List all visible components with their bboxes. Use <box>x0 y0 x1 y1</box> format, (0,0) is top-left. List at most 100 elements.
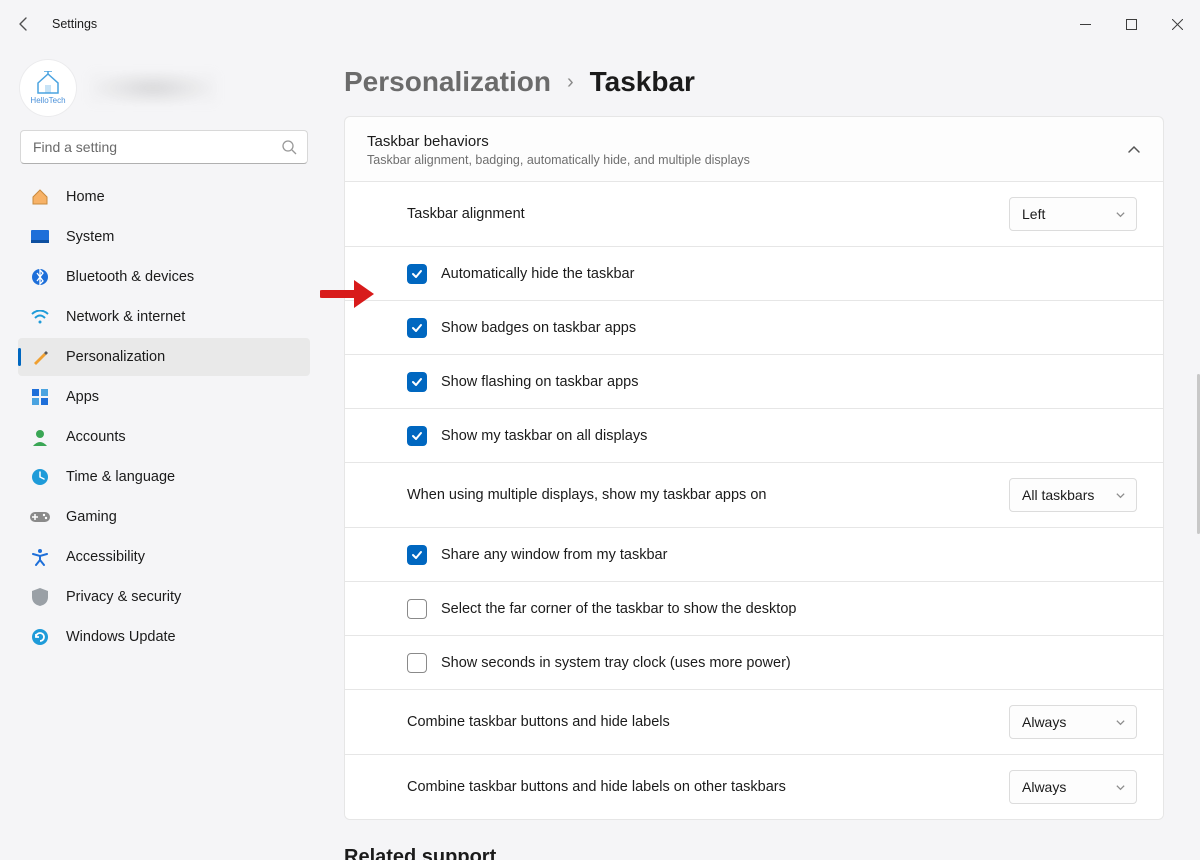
row-all-displays: Show my taskbar on all displays <box>345 408 1163 462</box>
breadcrumb-current: Taskbar <box>590 66 695 98</box>
gaming-icon <box>30 507 50 527</box>
setting-label: When using multiple displays, show my ta… <box>407 487 766 503</box>
system-icon <box>30 227 50 247</box>
home-icon <box>30 187 50 207</box>
setting-label: Show badges on taskbar apps <box>441 320 636 336</box>
chevron-down-icon <box>1115 717 1126 728</box>
nav-list: Home System Bluetooth & devices Network … <box>18 178 310 656</box>
sidebar-item-privacy[interactable]: Privacy & security <box>18 578 310 616</box>
taskbar-behaviors-card: Taskbar behaviors Taskbar alignment, bad… <box>344 116 1164 820</box>
window-controls <box>1062 0 1200 48</box>
sidebar-item-label: Time & language <box>66 469 175 485</box>
sidebar-item-label: Apps <box>66 389 99 405</box>
checkbox-badges[interactable] <box>407 318 427 338</box>
sidebar-item-label: Accounts <box>66 429 126 445</box>
sidebar-item-label: Privacy & security <box>66 589 181 605</box>
sidebar-item-network[interactable]: Network & internet <box>18 298 310 336</box>
personalization-icon <box>30 347 50 367</box>
breadcrumb: Personalization › Taskbar <box>344 66 1184 98</box>
bluetooth-icon <box>30 267 50 287</box>
dropdown-value: Always <box>1022 714 1066 730</box>
breadcrumb-parent[interactable]: Personalization <box>344 66 551 98</box>
row-taskbar-alignment: Taskbar alignment Left <box>345 181 1163 246</box>
checkbox-show-seconds[interactable] <box>407 653 427 673</box>
checkbox-far-corner[interactable] <box>407 599 427 619</box>
sidebar-item-label: Accessibility <box>66 549 145 565</box>
time-icon <box>30 467 50 487</box>
setting-label: Show seconds in system tray clock (uses … <box>441 655 791 671</box>
checkbox-flashing[interactable] <box>407 372 427 392</box>
row-share-window: Share any window from my taskbar <box>345 527 1163 581</box>
sidebar-item-accounts[interactable]: Accounts <box>18 418 310 456</box>
sidebar-item-system[interactable]: System <box>18 218 310 256</box>
dropdown-value: Always <box>1022 779 1066 795</box>
sidebar-item-label: Network & internet <box>66 309 185 325</box>
row-flashing: Show flashing on taskbar apps <box>345 354 1163 408</box>
setting-label: Show flashing on taskbar apps <box>441 374 639 390</box>
row-badges: Show badges on taskbar apps <box>345 300 1163 354</box>
minimize-button[interactable] <box>1062 0 1108 48</box>
combine-other-dropdown[interactable]: Always <box>1009 770 1137 804</box>
sidebar-item-bluetooth[interactable]: Bluetooth & devices <box>18 258 310 296</box>
content-area: Personalization › Taskbar Taskbar behavi… <box>320 48 1200 860</box>
sidebar: HelloTech Home System Bluetooth & device… <box>0 48 320 860</box>
multi-displays-dropdown[interactable]: All taskbars <box>1009 478 1137 512</box>
sidebar-item-label: Home <box>66 189 105 205</box>
sidebar-item-label: Gaming <box>66 509 117 525</box>
sidebar-item-gaming[interactable]: Gaming <box>18 498 310 536</box>
related-support-heading: Related support <box>344 846 1184 860</box>
row-show-seconds: Show seconds in system tray clock (uses … <box>345 635 1163 689</box>
combine-dropdown[interactable]: Always <box>1009 705 1137 739</box>
dropdown-value: All taskbars <box>1022 487 1094 503</box>
close-button[interactable] <box>1154 0 1200 48</box>
card-title: Taskbar behaviors <box>367 133 750 150</box>
row-combine: Combine taskbar buttons and hide labels … <box>345 689 1163 754</box>
title-bar: Settings <box>0 0 1200 48</box>
row-auto-hide: Automatically hide the taskbar <box>345 246 1163 300</box>
card-header[interactable]: Taskbar behaviors Taskbar alignment, bad… <box>345 117 1163 181</box>
checkbox-auto-hide[interactable] <box>407 264 427 284</box>
chevron-down-icon <box>1115 490 1126 501</box>
search-box[interactable] <box>20 130 308 164</box>
sidebar-item-update[interactable]: Windows Update <box>18 618 310 656</box>
checkbox-share-window[interactable] <box>407 545 427 565</box>
setting-label: Taskbar alignment <box>407 206 525 222</box>
account-row[interactable]: HelloTech <box>20 60 310 116</box>
chevron-right-icon: › <box>567 71 574 94</box>
sidebar-item-home[interactable]: Home <box>18 178 310 216</box>
sidebar-item-accessibility[interactable]: Accessibility <box>18 538 310 576</box>
setting-label: Select the far corner of the taskbar to … <box>441 601 796 617</box>
taskbar-alignment-dropdown[interactable]: Left <box>1009 197 1137 231</box>
avatar: HelloTech <box>20 60 76 116</box>
setting-label: Automatically hide the taskbar <box>441 266 634 282</box>
chevron-down-icon <box>1115 782 1126 793</box>
sidebar-item-label: System <box>66 229 114 245</box>
back-button[interactable] <box>14 14 34 34</box>
dropdown-value: Left <box>1022 206 1045 222</box>
app-title: Settings <box>52 17 97 31</box>
accounts-icon <box>30 427 50 447</box>
row-multi-displays: When using multiple displays, show my ta… <box>345 462 1163 527</box>
search-input[interactable] <box>31 138 281 156</box>
chevron-down-icon <box>1115 209 1126 220</box>
search-icon <box>281 139 297 155</box>
wifi-icon <box>30 307 50 327</box>
maximize-button[interactable] <box>1108 0 1154 48</box>
setting-label: Combine taskbar buttons and hide labels <box>407 714 670 730</box>
setting-label: Combine taskbar buttons and hide labels … <box>407 779 786 795</box>
card-subtitle: Taskbar alignment, badging, automaticall… <box>367 153 750 167</box>
accessibility-icon <box>30 547 50 567</box>
setting-label: Show my taskbar on all displays <box>441 428 647 444</box>
chevron-up-icon <box>1127 143 1141 157</box>
account-name-redacted <box>88 71 218 105</box>
sidebar-item-personalization[interactable]: Personalization <box>18 338 310 376</box>
checkbox-all-displays[interactable] <box>407 426 427 446</box>
sidebar-item-time[interactable]: Time & language <box>18 458 310 496</box>
update-icon <box>30 627 50 647</box>
sidebar-item-label: Personalization <box>66 349 165 365</box>
sidebar-item-label: Bluetooth & devices <box>66 269 194 285</box>
setting-label: Share any window from my taskbar <box>441 547 667 563</box>
sidebar-item-label: Windows Update <box>66 629 176 645</box>
sidebar-item-apps[interactable]: Apps <box>18 378 310 416</box>
row-combine-other: Combine taskbar buttons and hide labels … <box>345 754 1163 819</box>
